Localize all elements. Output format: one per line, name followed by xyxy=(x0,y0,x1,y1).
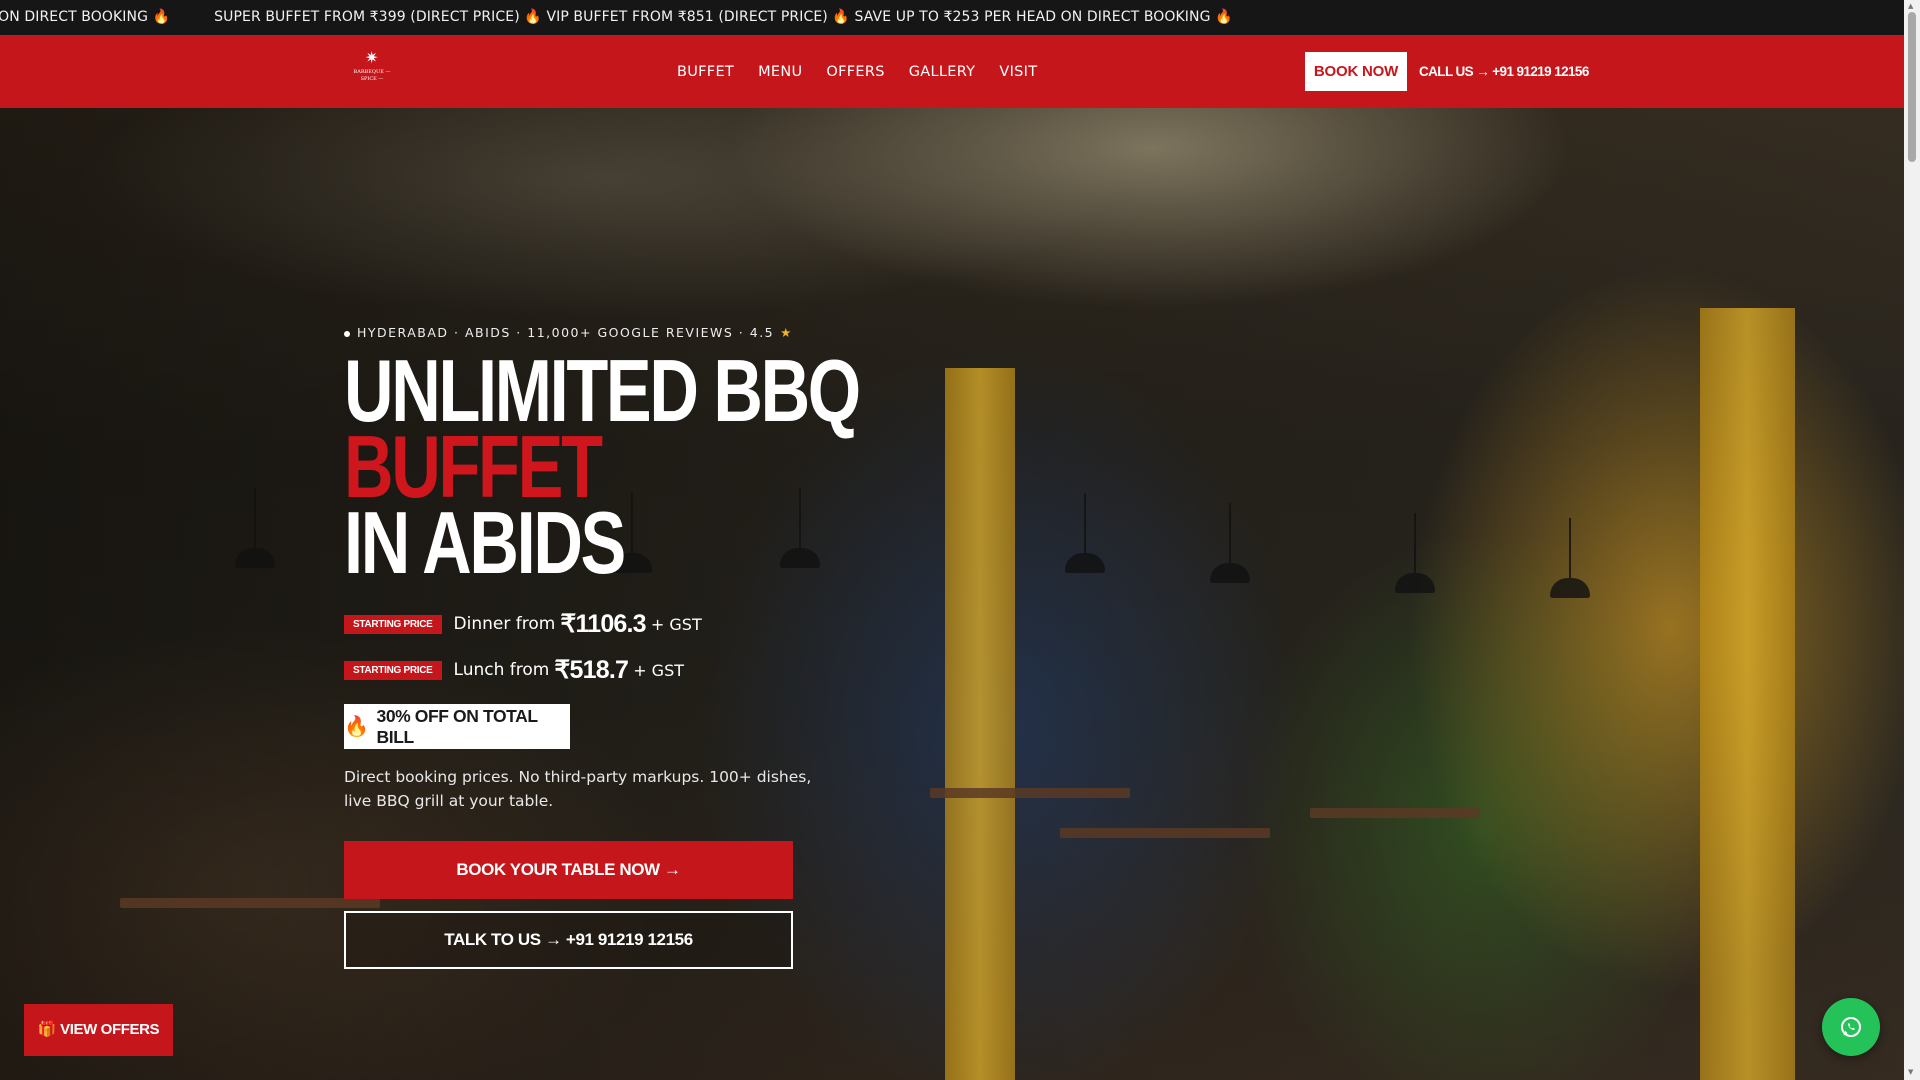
page-scrollbar[interactable]: ▲ ▼ xyxy=(1904,0,1920,1080)
starting-price-badge: STARTING PRICE xyxy=(344,660,442,680)
fire-icon: 🔥 xyxy=(832,9,850,25)
call-us-link[interactable]: CALL US → +91 91219 12156 xyxy=(1419,52,1589,91)
view-offers-button[interactable]: 🎁 VIEW OFFERS xyxy=(24,1004,173,1056)
nav-link-visit[interactable]: VISIT xyxy=(999,64,1037,80)
logo-text: BARBEQUE — SPICE — xyxy=(353,69,391,82)
scroll-down-icon[interactable]: ▼ xyxy=(1908,1068,1913,1076)
location-line: HYDERABAD · ABIDS · 11,000+ GOOGLE REVIE… xyxy=(344,325,793,340)
ticker-item-text: SUPER BUFFET FROM ₹399 (DIRECT PRICE) xyxy=(214,9,520,25)
background-lamp xyxy=(1395,513,1435,593)
lunch-price-row: STARTING PRICE Lunch from ₹518.7 + GST xyxy=(344,655,684,685)
ticker-item-text: SAVE UP TO ₹253 PER HEAD ON DIRECT BOOKI… xyxy=(0,9,149,25)
background-table xyxy=(930,788,1130,798)
dinner-price-row: STARTING PRICE Dinner from ₹1106.3 + GST xyxy=(344,609,702,639)
background-lamp xyxy=(1550,518,1590,598)
ticker-item: SAVE UP TO ₹253 PER HEAD ON DIRECT BOOKI… xyxy=(0,0,214,35)
location-text: HYDERABAD · ABIDS · 11,000+ GOOGLE REVIE… xyxy=(357,325,775,340)
background-table xyxy=(1060,828,1270,838)
ticker-item: SUPER BUFFET FROM ₹399 (DIRECT PRICE) 🔥 … xyxy=(214,0,1277,35)
gift-icon: 🎁 xyxy=(37,1021,57,1038)
scroll-up-icon[interactable]: ▲ xyxy=(1908,2,1913,10)
fire-icon: 🔥 xyxy=(1215,9,1233,25)
ticker-item-text: SAVE UP TO ₹253 PER HEAD ON DIRECT BOOKI… xyxy=(854,9,1211,25)
background-pillar xyxy=(945,368,1015,1080)
discount-chip: 🔥 30% OFF ON TOTAL BILL xyxy=(344,704,570,749)
background-lamp xyxy=(1065,493,1105,573)
nav-link-menu[interactable]: MENU xyxy=(758,64,802,80)
background-lamp xyxy=(235,488,275,568)
whatsapp-icon xyxy=(1841,1017,1861,1037)
location-dot-icon xyxy=(344,330,350,337)
talk-to-us-button[interactable]: TALK TO US → +91 91219 12156 xyxy=(344,911,793,969)
price-amount: ₹1106.3 xyxy=(560,610,646,638)
announcement-ticker: SAVE UP TO ₹253 PER HEAD ON DIRECT BOOKI… xyxy=(0,0,1904,35)
brand-logo[interactable]: ✷ BARBEQUE — SPICE — xyxy=(352,50,392,92)
background-lamp xyxy=(1210,503,1250,583)
book-table-button[interactable]: BOOK YOUR TABLE NOW → xyxy=(344,841,793,899)
whatsapp-button[interactable] xyxy=(1822,998,1880,1056)
main-navbar: ✷ BARBEQUE — SPICE — BUFFET MENU OFFERS … xyxy=(0,35,1904,108)
background-table xyxy=(1310,808,1480,818)
price-suffix: + GST xyxy=(650,614,702,634)
nav-links: BUFFET MENU OFFERS GALLERY VISIT xyxy=(677,35,1061,108)
discount-text: 30% OFF ON TOTAL BILL xyxy=(376,705,538,747)
hero-section: HYDERABAD · ABIDS · 11,000+ GOOGLE REVIE… xyxy=(0,108,1904,1080)
nav-link-offers[interactable]: OFFERS xyxy=(826,64,884,80)
fire-icon: 🔥 xyxy=(344,716,369,738)
fire-icon: 🔥 xyxy=(524,9,542,25)
fire-icon: 🔥 xyxy=(152,9,171,25)
logo-star-icon: ✷ xyxy=(365,48,379,67)
hero-title: UNLIMITED BBQ BUFFET IN ABIDS xyxy=(344,347,861,592)
ticker-track: SAVE UP TO ₹253 PER HEAD ON DIRECT BOOKI… xyxy=(0,0,1277,35)
background-table xyxy=(120,898,380,908)
scrollbar-thumb[interactable] xyxy=(1908,12,1916,162)
book-now-button[interactable]: BOOK NOW xyxy=(1305,52,1407,91)
hero-description: Direct booking prices. No third-party ma… xyxy=(344,768,812,810)
hero-title-line3: IN ABIDS xyxy=(344,493,626,592)
price-label: Lunch from xyxy=(453,660,550,680)
nav-link-buffet[interactable]: BUFFET xyxy=(677,64,734,80)
price-label: Dinner from xyxy=(453,614,556,634)
star-icon: ★ xyxy=(780,325,793,340)
price-amount: ₹518.7 xyxy=(554,656,629,684)
background-pillar xyxy=(1700,308,1795,1080)
view-offers-label: VIEW OFFERS xyxy=(60,1021,160,1038)
ticker-item-text: VIP BUFFET FROM ₹851 (DIRECT PRICE) xyxy=(546,9,828,25)
starting-price-badge: STARTING PRICE xyxy=(344,614,442,634)
nav-link-gallery[interactable]: GALLERY xyxy=(909,64,976,80)
price-suffix: + GST xyxy=(633,660,685,680)
